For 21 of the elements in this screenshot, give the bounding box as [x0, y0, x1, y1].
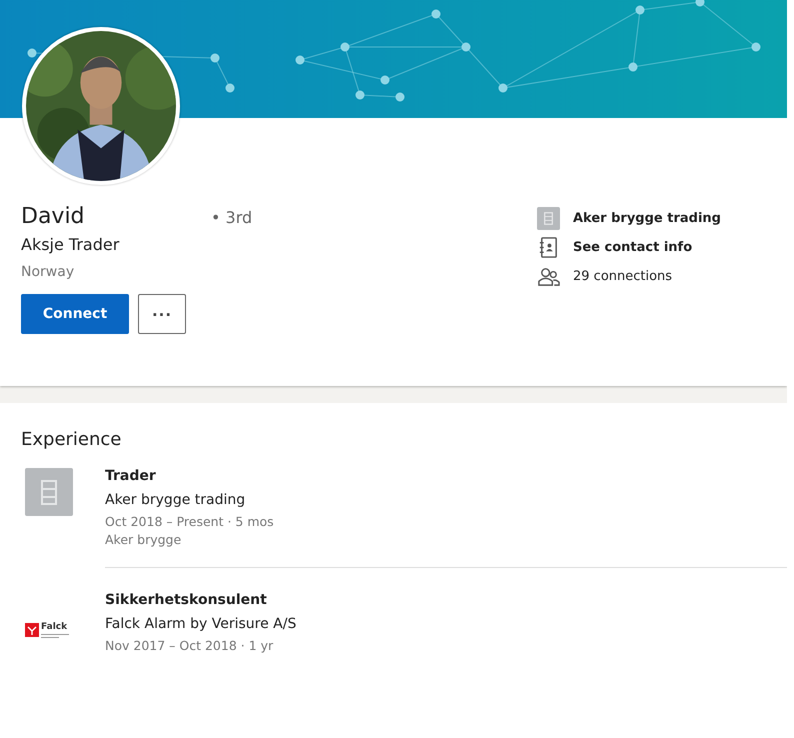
address-book-icon	[537, 236, 560, 258]
building-icon	[537, 206, 560, 230]
location: Norway	[21, 264, 76, 280]
building-icon	[25, 468, 73, 516]
job-title: Trader	[105, 468, 157, 484]
info-text: 29 connections	[573, 268, 672, 284]
profile-name: David	[21, 204, 86, 229]
info-text[interactable]: Aker brygge trading	[573, 210, 721, 226]
job-location: Aker brygge	[105, 532, 182, 547]
more-button[interactable]: ...	[138, 294, 186, 334]
company-name: Falck Alarm by Verisure A/S	[105, 616, 298, 632]
section-title: Experience	[21, 429, 122, 450]
headline: Aksje Trader	[21, 235, 120, 254]
date-range: Nov 2017 – Oct 2018 · 1 yr	[105, 638, 274, 653]
job-title: Sikkerhetskonsulent	[105, 592, 268, 608]
connect-button[interactable]: Connect	[21, 294, 129, 334]
date-range: Oct 2018 – Present · 5 mos	[105, 514, 275, 529]
company-name: Aker brygge trading	[105, 492, 246, 508]
connection-degree: • 3rd	[211, 208, 252, 227]
company-logo: Falck	[25, 606, 73, 654]
info-text[interactable]: See contact info	[573, 240, 692, 254]
